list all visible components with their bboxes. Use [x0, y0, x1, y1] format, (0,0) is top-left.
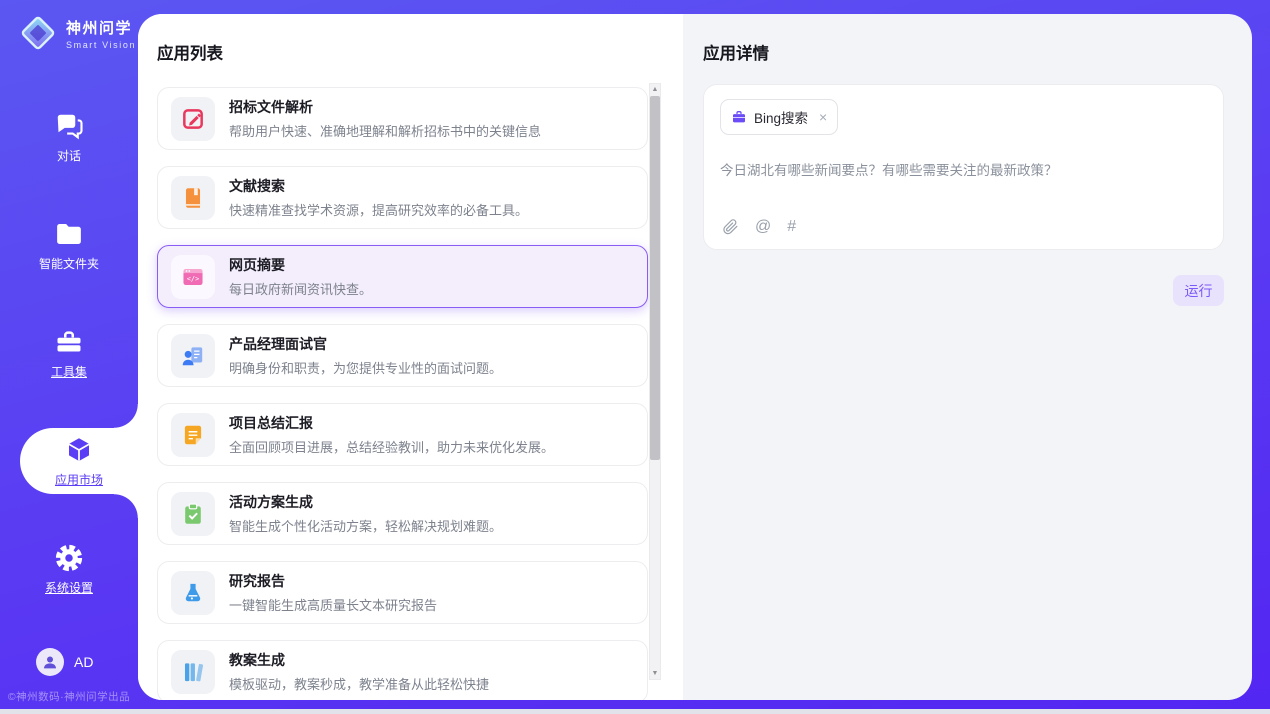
sidebar-item-2[interactable]: 智能文件夹 — [0, 212, 138, 278]
app-card-1[interactable]: 招标文件解析 帮助用户快速、准确地理解和解析招标书中的关键信息 — [157, 87, 648, 150]
sidebar-item-3[interactable]: 工具集 — [0, 320, 138, 386]
note-icon — [171, 413, 215, 457]
toolbox-icon — [54, 326, 84, 358]
app-list-title: 应用列表 — [157, 40, 683, 64]
app-detail-title: 应用详情 — [703, 40, 1224, 64]
tool-chip[interactable]: Bing搜索 × — [720, 99, 838, 135]
run-button[interactable]: 运行 — [1173, 275, 1224, 306]
main-content: 应用列表 招标文件解析 帮助用户快速、准确地理解和解析招标书中的关键信息 文献搜… — [138, 14, 1252, 700]
diamond-logo-icon — [18, 13, 58, 53]
brand-name: 神州问学 — [66, 17, 136, 38]
person-icon — [41, 653, 59, 671]
app-desc: 智能生成个性化活动方案，轻松解决规划难题。 — [229, 516, 502, 535]
scroll-down-icon[interactable]: ▼ — [650, 670, 660, 677]
sidebar-nav: 对话 智能文件夹 工具集 应用市场 系统设置 — [0, 104, 138, 644]
app-list: 招标文件解析 帮助用户快速、准确地理解和解析招标书中的关键信息 文献搜索 快速精… — [157, 87, 648, 700]
interviewer-icon — [171, 334, 215, 378]
sidebar-item-label: 应用市场 — [55, 471, 103, 488]
pencil-square-icon — [171, 97, 215, 141]
app-desc: 明确身份和职责，为您提供专业性的面试问题。 — [229, 358, 502, 377]
tool-chip-label: Bing搜索 — [754, 107, 808, 127]
sidebar-footer: ©神州数码·神州问学出品 — [0, 689, 138, 704]
app-desc: 一键智能生成高质量长文本研究报告 — [229, 595, 437, 614]
app-desc: 全面回顾项目进展，总结经验教训，助力未来优化发展。 — [229, 437, 554, 456]
avatar[interactable] — [36, 648, 64, 676]
paperclip-icon[interactable] — [721, 218, 739, 236]
sidebar-item-label: 工具集 — [51, 363, 87, 380]
sidebar-item-1[interactable]: 对话 — [0, 104, 138, 170]
app-card-3[interactable]: </> 网页摘要 每日政府新闻资讯快查。 — [157, 245, 648, 308]
window-bottom-edge — [0, 709, 1270, 714]
report-icon — [171, 571, 215, 615]
user-row[interactable]: AD — [36, 648, 93, 676]
app-name: 研究报告 — [229, 571, 437, 591]
user-initials: AD — [74, 654, 93, 670]
gear-icon — [54, 542, 84, 574]
cube-icon — [64, 434, 94, 466]
sidebar-item-label: 对话 — [57, 147, 81, 164]
scrollbar[interactable]: ▲ ▼ — [649, 83, 661, 680]
app-desc: 每日政府新闻资讯快查。 — [229, 279, 372, 298]
sidebar-item-5[interactable]: 系统设置 — [0, 536, 138, 602]
clipboard-check-icon — [171, 492, 215, 536]
at-icon[interactable]: @ — [755, 218, 771, 236]
app-card-6[interactable]: 活动方案生成 智能生成个性化活动方案，轻松解决规划难题。 — [157, 482, 648, 545]
app-list-panel: 应用列表 招标文件解析 帮助用户快速、准确地理解和解析招标书中的关键信息 文献搜… — [138, 14, 683, 700]
sidebar-item-4[interactable]: 应用市场 — [20, 428, 138, 494]
composer-icons: @ # — [721, 218, 796, 236]
books-icon — [171, 650, 215, 694]
app-desc: 帮助用户快速、准确地理解和解析招标书中的关键信息 — [229, 121, 541, 140]
app-desc: 模板驱动，教案秒成，教学准备从此轻松快捷 — [229, 674, 489, 693]
brand-logo: 神州问学 Smart Vision — [0, 0, 138, 53]
app-desc: 快速精准查找学术资源，提高研究效率的必备工具。 — [229, 200, 528, 219]
app-name: 教案生成 — [229, 650, 489, 670]
app-card-5[interactable]: 项目总结汇报 全面回顾项目进展，总结经验教训，助力未来优化发展。 — [157, 403, 648, 466]
brand-tagline: Smart Vision — [66, 40, 136, 50]
briefcase-icon — [731, 109, 747, 125]
app-name: 产品经理面试官 — [229, 334, 502, 354]
sidebar: 神州问学 Smart Vision 对话 智能文件夹 工具集 应用市场 系统设置… — [0, 0, 138, 714]
query-input[interactable]: 今日湖北有哪些新闻要点？有哪些需要关注的最新政策？ — [720, 159, 1207, 179]
app-name: 项目总结汇报 — [229, 413, 554, 433]
app-card-8[interactable]: 教案生成 模板驱动，教案秒成，教学准备从此轻松快捷 — [157, 640, 648, 700]
browser-code-icon: </> — [171, 255, 215, 299]
app-detail-panel: 应用详情 Bing搜索 × 今日湖北有哪些新闻要点？有哪些需要关注的最新政策？ … — [683, 14, 1252, 700]
app-card-7[interactable]: 研究报告 一键智能生成高质量长文本研究报告 — [157, 561, 648, 624]
sidebar-item-label: 智能文件夹 — [39, 255, 99, 272]
app-name: 文献搜索 — [229, 176, 528, 196]
scrollbar-thumb[interactable] — [650, 96, 660, 460]
close-icon[interactable]: × — [819, 110, 827, 124]
svg-text:</>: </> — [187, 275, 200, 283]
app-name: 招标文件解析 — [229, 97, 541, 117]
scroll-up-icon[interactable]: ▲ — [650, 86, 660, 93]
app-name: 网页摘要 — [229, 255, 372, 275]
folder-icon — [54, 218, 84, 250]
app-name: 活动方案生成 — [229, 492, 502, 512]
hash-icon[interactable]: # — [787, 218, 796, 236]
book-icon — [171, 176, 215, 220]
app-card-4[interactable]: 产品经理面试官 明确身份和职责，为您提供专业性的面试问题。 — [157, 324, 648, 387]
app-card-2[interactable]: 文献搜索 快速精准查找学术资源，提高研究效率的必备工具。 — [157, 166, 648, 229]
sidebar-item-label: 系统设置 — [45, 579, 93, 596]
chat-icon — [54, 110, 84, 142]
composer-card[interactable]: Bing搜索 × 今日湖北有哪些新闻要点？有哪些需要关注的最新政策？ @ # — [703, 84, 1224, 250]
